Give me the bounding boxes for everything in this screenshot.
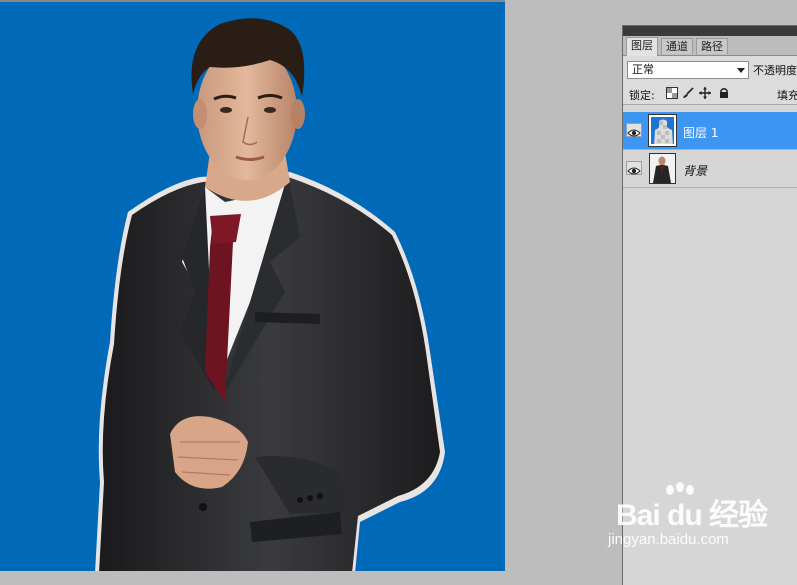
tab-layers[interactable]: 图层 [626,37,658,56]
tab-paths[interactable]: 路径 [696,38,728,54]
visibility-toggle[interactable] [626,161,642,175]
lock-all-icon[interactable] [718,87,730,99]
fill-label: 填充 [777,89,797,102]
chevron-down-icon [737,68,745,73]
eye-icon [627,167,641,175]
layer-name: 图层 1 [683,126,719,140]
blend-row: 正常 不透明度 [623,56,797,82]
eye-icon [627,129,641,137]
lock-move-icon[interactable] [699,87,711,99]
blend-mode-value: 正常 [632,63,654,76]
lock-brush-icon[interactable] [682,87,694,99]
layer-row-layer-1[interactable]: 图层 1 [623,112,797,150]
visibility-toggle[interactable] [626,123,642,137]
opacity-label: 不透明度 [753,64,797,77]
lock-label: 锁定: [629,89,655,102]
panel-tabs: 图层 通道 路径 [623,36,797,56]
layer-row-background[interactable]: 背景 [623,150,797,188]
lock-transparent-icon[interactable] [666,87,678,99]
man-in-suit-image [95,18,445,571]
layer-thumbnail [649,153,676,184]
layer-name: 背景 [683,164,708,178]
blend-mode-select[interactable]: 正常 [627,61,749,79]
lock-row: 锁定: 填充 [623,82,797,105]
panel-titlebar[interactable] [623,26,797,36]
tab-channels[interactable]: 通道 [661,38,693,54]
watermark-brand: Bai du 经验 [616,499,768,532]
watermark-url: jingyan.baidu.com [608,531,729,548]
document-canvas[interactable] [0,0,505,571]
baidu-jingyan-watermark: Bai du 经验 jingyan.baidu.com [600,482,780,557]
layer-thumbnail [648,114,677,147]
